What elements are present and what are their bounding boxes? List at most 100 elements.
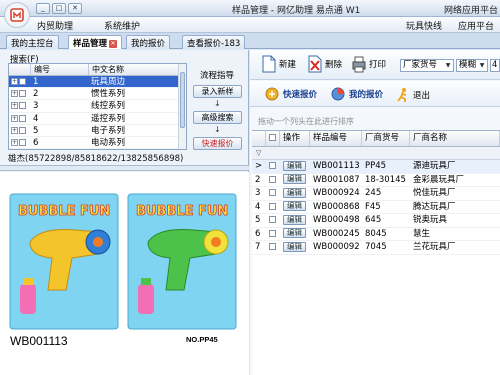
maximize-button[interactable]: □	[52, 3, 66, 14]
expand-icon[interactable]: +	[11, 102, 18, 110]
window-title: 样品管理 - 网亿助理 易点通 W1	[232, 6, 361, 16]
row-checkbox[interactable]	[19, 114, 26, 122]
package-number: NO.PP45	[186, 335, 218, 344]
exit-button[interactable]: 退出	[396, 87, 430, 103]
edit-button[interactable]: 编辑	[283, 228, 306, 238]
header-select-all[interactable]	[266, 131, 280, 146]
menu-item-trade-assistant[interactable]: 内贸助理	[37, 19, 73, 32]
edit-button[interactable]: 编辑	[283, 174, 306, 184]
menu-item-app-platform[interactable]: 应用平台	[458, 19, 494, 32]
secondary-toolbar: 快速报价 我的报价 退出	[250, 81, 500, 107]
window-controls: _ □ ✕	[36, 3, 82, 14]
row-checkbox[interactable]	[19, 90, 26, 98]
table-row[interactable]: + 1 玩具周边	[9, 76, 186, 89]
sample-grid: 操作 样品编号 厂商货号 厂商名称 ▽ > 1 编辑 WB001113 PP45…	[252, 130, 500, 375]
print-button[interactable]: 打印	[352, 55, 386, 73]
row-checkbox[interactable]	[269, 202, 276, 210]
table-row[interactable]: 2 编辑 WB001087 18-30145 金彩晨玩具厂	[252, 174, 500, 187]
my-quote-button[interactable]: 我的报价	[330, 87, 383, 101]
panel-splitter[interactable]	[0, 165, 249, 171]
tab-view-quote[interactable]: 查看报价-183	[182, 35, 246, 49]
row-checkbox[interactable]	[269, 243, 276, 250]
expand-icon[interactable]: +	[11, 126, 18, 134]
category-table-header: 编号 中文名称	[9, 64, 186, 76]
edit-button[interactable]: 编辑	[283, 241, 306, 252]
flow-guide-title: 流程指导	[200, 71, 235, 81]
close-window-button[interactable]: ✕	[68, 3, 82, 14]
menu-item-system-maintenance[interactable]: 系统维护	[104, 19, 140, 32]
table-row[interactable]: 3 编辑 WB000924 245 悦佳玩具厂	[252, 187, 500, 201]
search-field-select[interactable]: 厂家货号 ▼	[400, 59, 454, 72]
row-checkbox[interactable]	[19, 138, 26, 146]
table-row[interactable]: > 1 编辑 WB001113 PP45 源迪玩具厂	[252, 160, 500, 174]
table-row[interactable]: + 2 惯性系列	[9, 88, 186, 101]
row-checkbox[interactable]	[269, 216, 276, 223]
header-id[interactable]: 编号	[31, 64, 89, 75]
exit-runner-icon	[397, 88, 407, 102]
row-checkbox[interactable]	[269, 189, 276, 196]
tab-close-icon[interactable]: ✕	[109, 39, 118, 48]
edit-button[interactable]: 编辑	[283, 201, 306, 211]
chevron-down-icon: ▼	[479, 62, 485, 69]
row-checkbox[interactable]	[269, 175, 276, 183]
category-table: 编号 中文名称 + 1 玩具周边 + 2 惯性系列 + 3 线控系列 + 4 遥…	[8, 63, 187, 150]
table-row[interactable]: + 6 电动系列	[9, 137, 186, 149]
quick-quote-button[interactable]: 快速报价	[264, 87, 317, 101]
flow-arrow-icon: ↓	[214, 99, 221, 108]
row-checkbox[interactable]	[19, 78, 26, 85]
table-row[interactable]: + 5 电子系列	[9, 125, 186, 137]
expand-icon[interactable]: +	[11, 78, 18, 85]
filter-row[interactable]: ▽	[252, 147, 500, 160]
new-button[interactable]: 新建	[262, 55, 296, 73]
row-checkbox[interactable]	[269, 229, 276, 237]
row-checkbox[interactable]	[269, 162, 276, 169]
table-row[interactable]: + 3 线控系列	[9, 100, 186, 113]
table-row[interactable]: 6 编辑 WB000245 8045 慧生	[252, 228, 500, 241]
row-checkbox[interactable]	[19, 102, 26, 110]
advanced-search-button[interactable]: 高级搜索	[193, 111, 242, 124]
title-bar: _ □ ✕ 样品管理 - 网亿助理 易点通 W1 网络应用平台	[0, 0, 500, 17]
chart-icon	[331, 87, 345, 101]
menu-bar: 内贸助理 系统维护 玩具快线 应用平台	[0, 17, 500, 33]
grid-header: 操作 样品编号 厂商货号 厂商名称	[252, 131, 500, 147]
expand-icon[interactable]: +	[11, 114, 18, 122]
header-factory-no[interactable]: 厂商货号	[362, 131, 410, 146]
edit-button[interactable]: 编辑	[283, 160, 306, 171]
header-sample-code[interactable]: 样品编号	[310, 131, 362, 146]
header-spacer	[9, 64, 31, 75]
tab-sample-management[interactable]: 样品管理 ✕	[68, 35, 123, 49]
row-checkbox[interactable]	[19, 126, 26, 134]
new-sample-button[interactable]: 录入新样	[193, 85, 242, 98]
bubble-gun-image: BUBBLE FUN BUBBLE FUN	[9, 193, 237, 330]
table-row[interactable]: + 4 遥控系列	[9, 113, 186, 125]
menu-item-toy-express[interactable]: 玩具快线	[406, 19, 442, 32]
window-title-right: 网络应用平台	[443, 6, 498, 16]
header-factory-name[interactable]: 厂商名称	[410, 131, 500, 146]
match-mode-select[interactable]: 模糊 ▼	[456, 59, 488, 72]
header-name[interactable]: 中文名称	[89, 64, 179, 75]
app-logo-icon[interactable]	[4, 2, 30, 28]
svg-text:BUBBLE FUN: BUBBLE FUN	[18, 204, 110, 219]
expand-icon[interactable]: +	[11, 90, 18, 98]
quote-icon	[265, 87, 279, 101]
scrollbar-thumb[interactable]	[180, 72, 185, 128]
filter-icon[interactable]: ▽	[256, 149, 261, 157]
expand-icon[interactable]: +	[11, 138, 18, 146]
edit-button[interactable]: 编辑	[283, 187, 306, 198]
table-row[interactable]: 5 编辑 WB000498 645 锐奥玩具	[252, 214, 500, 228]
delete-button[interactable]: 删除	[308, 55, 342, 73]
edit-button[interactable]: 编辑	[283, 214, 306, 225]
header-action[interactable]: 操作	[280, 131, 310, 146]
main-toolbar: 新建 删除 打印 厂家货号 ▼ 模糊 ▼ 4	[250, 50, 500, 80]
tab-my-console[interactable]: 我的主控台	[6, 35, 59, 49]
table-row[interactable]: 7 编辑 WB000092 7045 兰花玩具厂	[252, 241, 500, 255]
category-scrollbar[interactable]	[178, 64, 186, 149]
table-row[interactable]: 4 编辑 WB000868 F45 腾达玩具厂	[252, 201, 500, 214]
chevron-down-icon: ▼	[445, 62, 451, 69]
header-indicator	[252, 131, 266, 146]
quick-quote-flow-button[interactable]: 快速报价	[193, 137, 242, 150]
minimize-button[interactable]: _	[36, 3, 50, 14]
select-all-checkbox[interactable]	[269, 134, 276, 141]
tab-my-quotes[interactable]: 我的报价	[126, 35, 171, 49]
search-value-input[interactable]: 4	[490, 59, 500, 72]
